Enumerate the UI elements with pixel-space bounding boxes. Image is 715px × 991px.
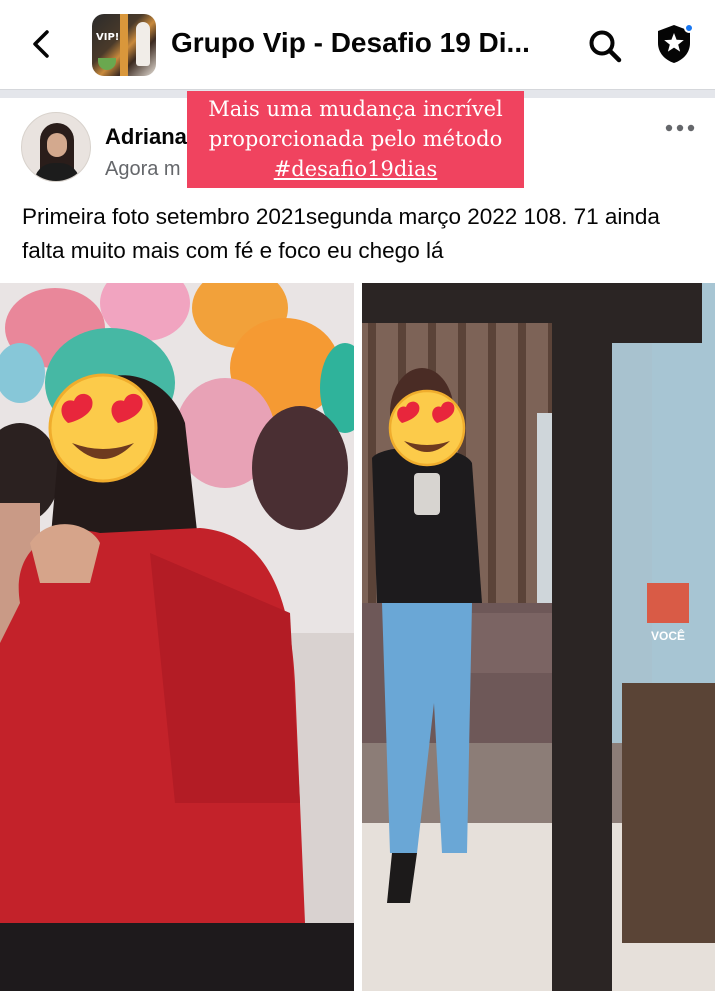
thumbnail-label: VIP! — [96, 32, 120, 43]
thumbnail-stripe — [120, 14, 128, 76]
search-icon — [589, 30, 622, 63]
caption-hashtag[interactable]: #desafio19dias — [193, 154, 518, 184]
heart-eyes-emoji-icon — [388, 389, 466, 467]
back-button[interactable] — [22, 24, 62, 64]
caption-line-1: Mais uma mudança incrível — [208, 97, 503, 121]
more-options-icon — [665, 124, 695, 132]
post-body-text: Primeira foto setembro 2021segunda março… — [22, 204, 660, 263]
admin-tools-button[interactable] — [650, 20, 698, 68]
heart-eyes-emoji-icon — [48, 373, 158, 483]
author-avatar[interactable] — [21, 112, 91, 182]
search-button[interactable] — [583, 24, 627, 68]
after-photo[interactable]: VOCÊ — [362, 283, 715, 991]
group-title[interactable]: Grupo Vip - Desafio 19 Di... — [171, 27, 530, 59]
author-name[interactable]: Adriana — [105, 124, 187, 150]
post-timestamp[interactable]: Agora m — [105, 158, 181, 181]
group-thumbnail[interactable]: VIP! — [92, 14, 156, 76]
before-photo[interactable] — [0, 283, 354, 991]
back-arrow-icon — [33, 30, 49, 58]
notification-dot — [684, 23, 694, 33]
thumbnail-food — [98, 58, 116, 70]
promo-caption-overlay: Mais uma mudança incrível proporcionada … — [187, 91, 524, 188]
more-options-button[interactable] — [660, 114, 700, 142]
caption-line-2: proporcionada pelo método — [208, 127, 503, 151]
avatar-face — [47, 133, 67, 157]
thumbnail-person — [136, 22, 150, 66]
sign-text: VOCÊ — [651, 628, 685, 643]
group-header: VIP! Grupo Vip - Desafio 19 Di... — [0, 0, 715, 90]
